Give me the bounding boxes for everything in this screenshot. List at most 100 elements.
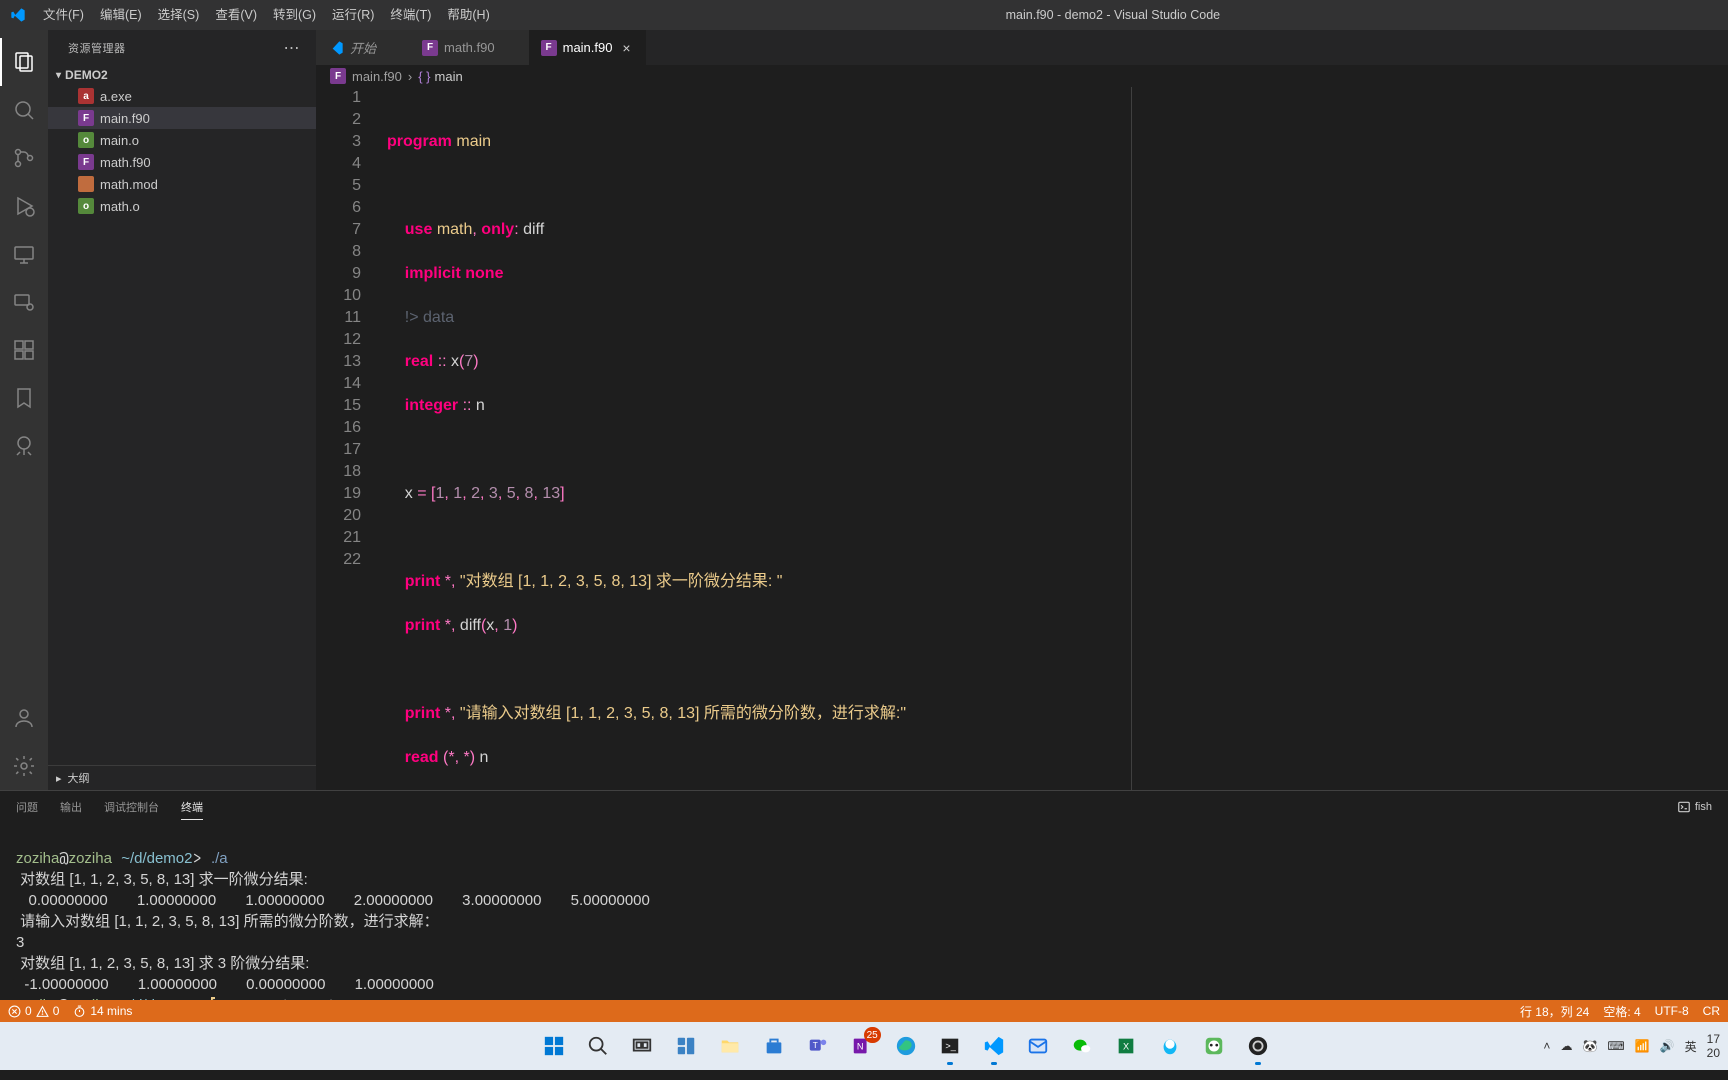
edge-icon[interactable] [885, 1025, 927, 1067]
status-timer[interactable]: 14 mins [73, 1004, 132, 1018]
widgets-icon[interactable] [665, 1025, 707, 1067]
status-cursor-pos[interactable]: 行 18，列 24 [1520, 1003, 1589, 1020]
tab-label: main.f90 [563, 40, 613, 55]
status-problems[interactable]: 0 0 [8, 1004, 59, 1018]
outline-header[interactable]: ▸ 大纲 [48, 765, 316, 790]
menu-help[interactable]: 帮助(H) [439, 0, 497, 30]
menu-run[interactable]: 运行(R) [324, 0, 382, 30]
taskbar-tray: ˄ ☁ 🐼 ⌨ 📶 🔊 英 17 20 [1543, 1032, 1720, 1060]
obs-icon[interactable] [1237, 1025, 1279, 1067]
tray-volume-icon[interactable]: 🔊 [1660, 1039, 1675, 1053]
file-label: math.f90 [100, 155, 151, 170]
activity-extensions[interactable] [0, 326, 48, 374]
file-main-f90[interactable]: Fmain.f90 [48, 107, 316, 129]
activity-remote-explorer[interactable] [0, 278, 48, 326]
tab-开始[interactable]: 开始× [316, 30, 410, 65]
tab-label: math.f90 [444, 40, 495, 55]
editor-group: 开始×Fmath.f90× Fmain.f90 × F main.f90 › { }… [316, 30, 1728, 790]
tray-chevron-icon[interactable]: ˄ [1543, 1039, 1550, 1053]
mail-icon[interactable] [1017, 1025, 1059, 1067]
file-icon: F [78, 154, 94, 170]
activity-account[interactable] [0, 694, 48, 742]
breadcrumb-file: main.f90 [352, 69, 402, 84]
tab-file-icon: F [541, 40, 557, 56]
tab-math.f90[interactable]: Fmath.f90× [410, 30, 529, 65]
activity-misc[interactable] [0, 422, 48, 470]
file-main-o[interactable]: omain.o [48, 129, 316, 151]
file-a-exe[interactable]: aa.exe [48, 85, 316, 107]
tray-cloud-icon[interactable]: ☁ [1560, 1039, 1572, 1053]
file-label: math.mod [100, 177, 158, 192]
tray-clock[interactable]: 17 20 [1707, 1032, 1720, 1060]
tray-panda-icon[interactable]: 🐼 [1582, 1039, 1597, 1053]
file-icon: a [78, 88, 94, 104]
explorer-icon[interactable] [709, 1025, 751, 1067]
excel-icon[interactable]: X [1105, 1025, 1147, 1067]
file-label: main.o [100, 133, 139, 148]
panda-icon[interactable] [1193, 1025, 1235, 1067]
cmd-icon[interactable]: >_ [929, 1025, 971, 1067]
menu-terminal[interactable]: 终端(T) [382, 0, 439, 30]
tray-ime[interactable]: 英 [1685, 1038, 1697, 1055]
fortran-file-icon: F [330, 68, 346, 84]
taskview-icon[interactable] [621, 1025, 663, 1067]
search-icon[interactable] [577, 1025, 619, 1067]
file-label: main.f90 [100, 111, 150, 126]
chevron-down-icon: ▾ [56, 70, 61, 81]
activity-settings[interactable] [0, 742, 48, 790]
panel-tabs: 问题 输出 调试控制台 终端 fish [0, 791, 1728, 823]
wechat-icon[interactable] [1061, 1025, 1103, 1067]
file-math-o[interactable]: omath.o [48, 195, 316, 217]
tray-wifi-icon[interactable]: 📶 [1635, 1039, 1650, 1053]
teams-icon[interactable]: T [797, 1025, 839, 1067]
editor-ruler [1131, 87, 1132, 790]
tray-keyboard-icon[interactable]: ⌨ [1607, 1039, 1624, 1053]
terminal-kind-selector[interactable]: fish [1677, 800, 1712, 814]
status-indent[interactable]: 空格: 4 [1603, 1003, 1640, 1020]
menu-file[interactable]: 文件(F) [35, 0, 92, 30]
status-bar: 0 0 14 mins 行 18，列 24 空格: 4 UTF-8 CR [0, 1000, 1728, 1022]
text-editor[interactable]: 12345678910111213141516171819202122 prog… [316, 87, 1728, 790]
menu-goto[interactable]: 转到(G) [265, 0, 324, 30]
close-icon[interactable]: × [618, 40, 634, 56]
status-eol[interactable]: CR [1703, 1004, 1720, 1018]
folder-name: DEMO2 [65, 68, 108, 82]
file-math-f90[interactable]: Fmath.f90 [48, 151, 316, 173]
folder-header[interactable]: ▾ DEMO2 [48, 65, 316, 85]
menu-select[interactable]: 选择(S) [150, 0, 208, 30]
activity-remote[interactable] [0, 230, 48, 278]
code-area[interactable]: program main use math, only: diff implic… [381, 87, 1728, 790]
qq-icon[interactable] [1149, 1025, 1191, 1067]
vscode-taskbar-icon[interactable] [973, 1025, 1015, 1067]
file-icon: F [78, 110, 94, 126]
onenote-icon[interactable]: N25 [841, 1025, 883, 1067]
sidebar-more-icon[interactable]: ⋯ [284, 38, 301, 58]
activity-debug[interactable] [0, 182, 48, 230]
terminal-view[interactable]: zoziha@zoziha ~/d/demo2> ./a 对数组 [1, 1, … [0, 823, 1728, 1000]
breadcrumb[interactable]: F main.f90 › { }main [316, 65, 1728, 87]
store-icon[interactable] [753, 1025, 795, 1067]
activity-scm[interactable] [0, 134, 48, 182]
menu-edit[interactable]: 编辑(E) [92, 0, 150, 30]
vscode-app-icon [0, 7, 35, 23]
activity-bar [0, 30, 48, 790]
tab-main.f90[interactable]: Fmain.f90 × [529, 30, 647, 65]
chevron-right-icon: ▸ [56, 772, 62, 785]
panel-tab-debug[interactable]: 调试控制台 [104, 795, 159, 819]
start-icon[interactable] [533, 1025, 575, 1067]
svg-text:T: T [812, 1041, 817, 1050]
file-icon [78, 176, 94, 192]
panel-tab-problems[interactable]: 问题 [16, 795, 38, 819]
panel-tab-terminal[interactable]: 终端 [181, 795, 203, 820]
activity-explorer[interactable] [0, 38, 48, 86]
outline-label: 大纲 [68, 770, 90, 786]
tab-bar: 开始×Fmath.f90× Fmain.f90 × [316, 30, 1728, 65]
file-math-mod[interactable]: math.mod [48, 173, 316, 195]
status-encoding[interactable]: UTF-8 [1655, 1004, 1689, 1018]
file-label: math.o [100, 199, 140, 214]
activity-bookmarks[interactable] [0, 374, 48, 422]
activity-search[interactable] [0, 86, 48, 134]
menu-view[interactable]: 查看(V) [207, 0, 265, 30]
panel-tab-output[interactable]: 输出 [60, 795, 82, 819]
file-tree: aa.exeFmain.f90omain.oFmath.f90math.modo… [48, 85, 316, 217]
